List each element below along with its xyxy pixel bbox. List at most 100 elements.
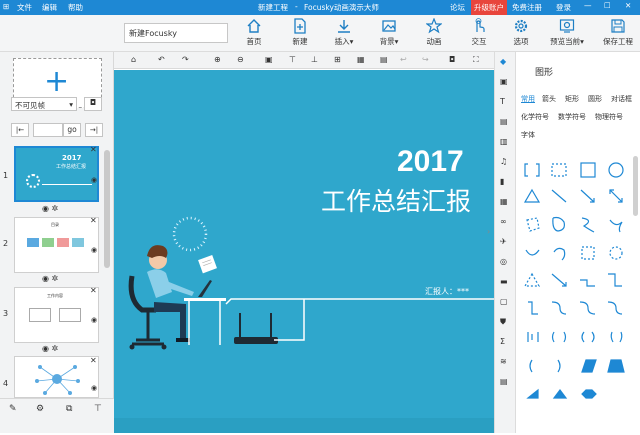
shape-item-bracket-pair[interactable] [527,332,539,342]
eye-icon[interactable]: ◉ [91,176,97,184]
frame-settings-icon[interactable]: ⚙ [36,404,44,414]
close-icon[interactable]: ✕ [625,1,631,10]
shape-item-circle[interactable] [608,162,624,178]
upgrade-account-button[interactable]: 升级账户 [471,0,507,15]
tab-font[interactable]: 字体 [521,130,535,140]
shape-item-arc-left[interactable] [525,249,540,256]
shape-item-brace[interactable] [610,331,623,343]
shape-item-dashed-triangle[interactable] [523,272,541,287]
compass-icon[interactable]: ◎ [500,257,507,266]
edit-path-icon[interactable]: ✎ [9,404,17,414]
shape-item-blob[interactable] [552,216,565,232]
login-link[interactable]: 登录 [556,2,571,13]
shape-item-dashed-square[interactable] [581,246,595,260]
align-top-icon[interactable]: ⊤ [289,55,296,64]
register-link[interactable]: 免费注册 [512,2,542,13]
shape-item-brackets[interactable] [524,163,540,177]
shape-item-hexagon[interactable] [581,389,597,399]
slide-panel-scrollbar[interactable] [104,150,110,268]
slide-thumbnail-1[interactable]: 2017 工作总结汇报 [14,146,99,202]
image-icon[interactable]: ▣ [500,77,508,86]
shape-item-arrow[interactable] [580,189,595,203]
shape-item-paren-pair[interactable] [581,331,595,343]
forum-link[interactable]: 论坛 [450,2,465,13]
shape-item-double-arrow[interactable] [609,189,623,203]
shape-item-brace-pair[interactable] [551,331,567,343]
tab-math[interactable]: 数学符号 [558,112,586,122]
shape-item-elbow[interactable] [580,279,595,287]
layer-icon[interactable]: ▤ [380,55,388,64]
fullscreen-icon[interactable]: ⛶ [473,55,479,65]
play-icon[interactable]: ◉ ✲ [42,344,58,353]
text-icon[interactable]: T [500,97,505,106]
delete-slide-icon[interactable]: ✕ [90,286,97,295]
shirt-icon[interactable]: ⛊ [500,317,506,327]
table-icon[interactable]: ▦ [500,197,508,206]
frame-visibility-select[interactable]: 不可见帧 ▾ [11,97,77,111]
shape-item-square[interactable] [580,162,596,178]
interaction-button[interactable]: 交互 [465,18,493,47]
slide-canvas[interactable]: 2017 工作总结汇报 汇报人：*** [114,70,494,418]
screenshot-icon[interactable]: ◘ [449,55,455,64]
eye-icon[interactable]: ◉ [91,384,97,392]
new-button[interactable]: 新建 [286,18,314,47]
first-frame-icon[interactable]: |← [11,123,29,137]
tab-arrows[interactable]: 箭头 [542,94,556,104]
minimize-icon[interactable]: — [584,1,592,10]
plane-icon[interactable]: ✈ [500,237,507,246]
animation-button[interactable]: 动画 [420,18,448,47]
rotate-right-icon[interactable]: ↷ [182,55,189,64]
distribute-icon[interactable]: ⊞ [334,55,341,64]
shape-item-connector[interactable] [528,301,538,315]
slide-thumbnail-2[interactable]: 目录 [14,217,99,273]
shape-item-arc-right[interactable] [553,247,566,261]
pin-icon[interactable]: ⊤ [94,404,102,414]
delete-slide-icon[interactable]: ✕ [90,145,97,154]
slide-thumbnail-4[interactable] [14,356,99,398]
shape-item-connector-3[interactable] [579,301,596,315]
menu-help[interactable]: 帮助 [68,2,83,13]
shape-item-dashed-rect[interactable] [551,163,567,177]
copy-frame-icon[interactable]: ⧉ [66,404,72,414]
zoom-out-icon[interactable]: ⊖ [237,55,244,64]
shape-item-triangle[interactable] [523,188,541,203]
menu-edit[interactable]: 编辑 [42,2,57,13]
shape-item-curve[interactable] [581,217,595,233]
preview-current-button[interactable]: 预览当前▾ [547,18,587,47]
background-button[interactable]: 背景▾ [374,18,404,47]
shape-item-connector-4[interactable] [607,301,623,315]
shape-item-elbow-arrow[interactable] [608,273,622,287]
shape-item-pentagon[interactable] [526,217,540,232]
save-project-button[interactable]: 保存工程 [598,18,638,47]
shapes-icon[interactable]: ◆ [500,57,506,66]
shape-item-paren[interactable] [529,359,533,373]
film-icon[interactable]: ▥ [500,137,508,146]
play-icon[interactable]: ◉ ✲ [42,204,58,213]
photo-frame-icon[interactable]: ▢ [500,297,508,306]
shape-item-line[interactable] [551,189,567,203]
last-frame-icon[interactable]: →| [85,123,103,137]
eye-icon[interactable]: ◉ [91,316,97,324]
video-icon[interactable]: ▤ [500,117,508,126]
play-icon[interactable]: ◉ ✲ [42,274,58,283]
shape-item-dashed-circle[interactable] [609,246,623,260]
home-view-icon[interactable]: ⌂ [131,55,136,64]
options-button[interactable]: 选项 [507,18,535,47]
tab-physics[interactable]: 物理符号 [595,112,623,122]
undo-icon[interactable]: ↩ [400,55,407,64]
grid-icon[interactable]: ▦ [357,55,365,64]
shape-item-wave[interactable] [609,219,623,233]
link-icon[interactable]: ∞ [500,217,507,226]
home-button[interactable]: 首页 [240,18,268,47]
shape-item-connector-2[interactable] [551,301,567,315]
frame-number-input[interactable] [33,123,63,137]
bus-icon[interactable]: ▬ [500,277,508,286]
music-icon[interactable]: ♫ [500,157,507,166]
align-bottom-icon[interactable]: ⊥ [311,55,318,64]
tab-chemistry[interactable]: 化学符号 [521,112,549,122]
tab-rectangles[interactable]: 矩形 [565,94,579,104]
collapse-panel-icon[interactable]: › [487,227,490,236]
shape-item-pyramid[interactable] [552,389,568,399]
shape-item-wedge[interactable] [526,388,539,399]
shape-item-arrow-diag[interactable] [551,273,567,287]
